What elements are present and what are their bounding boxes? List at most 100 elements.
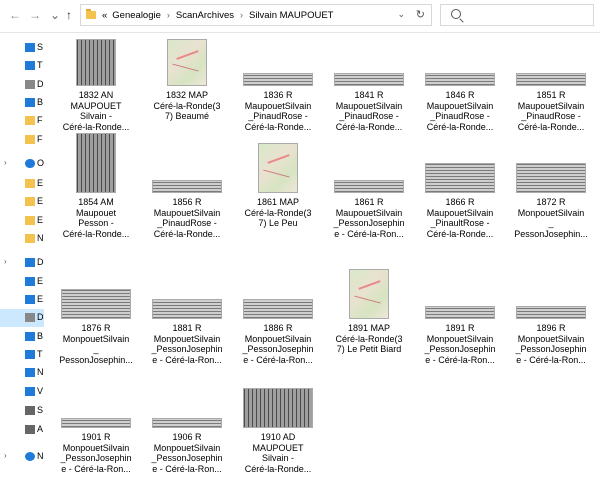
folder-icon — [25, 116, 35, 125]
file-name: 1866 R MaupouetSilvain _PinaultRose - Céré-… — [420, 197, 500, 239]
nav-item[interactable]: E — [0, 273, 44, 291]
expand-chevron-icon[interactable]: › — [4, 451, 7, 460]
nav-item[interactable]: D — [0, 309, 44, 327]
file-name-line: _PinaudRose - — [521, 111, 581, 122]
nav-item[interactable]: B — [0, 328, 44, 346]
file-name-line: MonpouetSilvain — [62, 333, 130, 344]
path-segment-scanarchives[interactable]: ScanArchives — [176, 10, 234, 21]
file-item[interactable]: 1872 R MonpouetSilvain _ PessonJosephin... — [511, 145, 591, 245]
nav-item[interactable]: A — [0, 421, 44, 439]
nav-item[interactable]: F — [0, 131, 44, 149]
file-name-line: MonpouetSilvain — [244, 333, 312, 344]
file-name-line: 1832 MAP — [165, 90, 209, 100]
expand-chevron-icon[interactable]: › — [4, 257, 7, 266]
file-name-line: MAUPOUET — [70, 100, 122, 111]
file-item[interactable]: 1876 R MonpouetSilvain _ PessonJosephin... — [56, 271, 136, 371]
nav-item[interactable]: B — [0, 94, 44, 112]
file-name-line: 1861 MAP — [256, 197, 300, 207]
file-item[interactable]: 1846 R MaupouetSilvain _PinaudRose - Céré-l… — [420, 38, 500, 138]
nav-item[interactable]: › Or — [0, 155, 44, 173]
file-name-line: 7) Le Petit Biard — [336, 344, 402, 355]
path-separator-icon[interactable]: › — [240, 10, 243, 20]
file-name-line: 1896 R — [536, 323, 566, 333]
file-name-line: _PinaultRose - — [430, 218, 490, 229]
forward-arrow-icon[interactable]: → — [28, 8, 42, 22]
path-segment-genealogie[interactable]: Genealogie — [112, 10, 161, 21]
up-arrow-icon[interactable]: ↑ — [62, 8, 76, 22]
file-item[interactable]: 1832 MAP Céré-la-Ronde(3 7) Beaumé — [147, 38, 227, 138]
file-item[interactable]: 1861 MAP Céré-la-Ronde(3 7) Le Peu — [238, 143, 318, 245]
expand-chevron-icon[interactable]: › — [4, 158, 7, 167]
file-item[interactable]: 1881 R MonpouetSilvain _PessonJosephin e - … — [147, 271, 227, 371]
folder-icon — [25, 234, 35, 243]
file-item[interactable]: 1891 MAP Céré-la-Ronde(3 7) Le Petit Biard — [329, 269, 409, 371]
file-item[interactable]: 1910 AD MAUPOUET Silvain - Céré-la-Ronde... — [238, 380, 318, 480]
file-item[interactable]: 1866 R MaupouetSilvain _PinaultRose - Céré-… — [420, 145, 500, 245]
path-overflow[interactable]: « — [102, 10, 107, 21]
nav-item[interactable]: F — [0, 112, 44, 130]
file-name: 1891 MAP Céré-la-Ronde(3 7) Le Petit Biard — [329, 323, 409, 355]
nav-item-label: De — [37, 257, 44, 267]
file-name-line: _PessonJosephin — [60, 453, 132, 464]
file-name: 1876 R MonpouetSilvain _ PessonJosephin... — [56, 323, 136, 365]
file-item[interactable]: 1906 R MonpouetSilvain _PessonJosephin e - … — [147, 380, 227, 480]
nav-item[interactable]: N — [0, 230, 44, 248]
file-item[interactable]: 1886 R MonpouetSilvain _PessonJosephin e - … — [238, 271, 318, 371]
path-segment-silvain-maupouet[interactable]: Silvain MAUPOUET — [249, 10, 333, 21]
file-item[interactable]: 1861 R MaupouetSilvain _PessonJosephin e - … — [329, 145, 409, 245]
file-thumbnail — [425, 163, 495, 193]
file-thumbnail — [152, 180, 222, 193]
address-bar[interactable]: « Genealogie › ScanArchives › Silvain MA… — [80, 4, 432, 26]
file-item[interactable]: 1832 AN MAUPOUET Silvain - Céré-la-Ronde... — [56, 38, 136, 138]
nav-item[interactable]: ›★Sr — [0, 33, 44, 38]
file-item[interactable]: 1901 R MonpouetSilvain _PessonJosephin e - … — [56, 380, 136, 480]
file-item[interactable]: 1896 R MonpouetSilvain _PessonJosephin e - … — [511, 271, 591, 371]
nav-item[interactable]: N — [0, 364, 44, 382]
file-name-line: Céré-la-Ronde(3 — [335, 333, 403, 344]
file-item[interactable]: 1841 R MaupouetSilvain _PinaudRose - Céré-l… — [329, 38, 409, 138]
nav-item[interactable]: D — [0, 76, 44, 94]
address-dropdown-chevron-icon[interactable]: ⌄ — [397, 9, 405, 20]
path-separator-icon[interactable]: › — [167, 10, 170, 20]
file-name-line: MonpouetSilvain — [153, 442, 221, 453]
file-name-line: MaupouetSilvain — [517, 100, 585, 111]
file-name-line: 1872 R — [536, 197, 566, 207]
file-item[interactable]: 1851 R MaupouetSilvain _PinaudRose - Céré-l… — [511, 38, 591, 138]
nav-item[interactable]: S — [0, 39, 44, 57]
file-name: 1836 R MaupouetSilvain _PinaudRose - Céré-l… — [238, 90, 318, 132]
nav-item-label: S — [37, 405, 44, 415]
search-input[interactable] — [440, 4, 594, 26]
file-item[interactable]: 1836 R MaupouetSilvain _PinaudRose - Céré-l… — [238, 38, 318, 138]
nav-item[interactable]: E — [0, 212, 44, 230]
file-thumbnail — [425, 306, 495, 319]
nav-item[interactable]: E — [0, 193, 44, 211]
nav-item[interactable]: S — [0, 402, 44, 420]
music-icon — [25, 368, 35, 377]
download-icon — [25, 61, 35, 70]
file-name: 1896 R MonpouetSilvain _PessonJosephin e - … — [511, 323, 591, 365]
file-name-line: PessonJosephin... — [514, 228, 588, 239]
nav-item[interactable]: E — [0, 175, 44, 193]
nav-item[interactable]: V — [0, 383, 44, 401]
video-icon — [25, 387, 35, 396]
document-icon — [25, 313, 35, 322]
nav-item[interactable]: › De — [0, 254, 44, 272]
file-name: 1851 R MaupouetSilvain _PinaudRose - Céré-l… — [511, 90, 591, 132]
nav-item[interactable]: › Na — [0, 448, 44, 466]
refresh-icon[interactable]: ↻ — [416, 8, 425, 21]
recent-locations-chevron-icon[interactable]: ⌄ — [48, 8, 62, 22]
file-item[interactable]: 1891 R MonpouetSilvain _PessonJosephin e - … — [420, 271, 500, 371]
file-item[interactable]: 1854 AM Maupouet Pesson - Céré-la-Ronde... — [56, 133, 136, 245]
file-name: 1881 R MonpouetSilvain _PessonJosephin e - … — [147, 323, 227, 365]
nav-item-label: E — [37, 178, 44, 188]
nav-item[interactable]: E — [0, 291, 44, 309]
folder-icon — [25, 135, 35, 144]
file-name-line: Céré-la-Ronde... — [335, 121, 403, 132]
file-item[interactable]: 1856 R MaupouetSilvain _PinaudRose - Céré-l… — [147, 145, 227, 245]
nav-item[interactable]: T — [0, 57, 44, 75]
nav-item[interactable]: T — [0, 346, 44, 364]
back-arrow-icon[interactable]: ← — [8, 8, 22, 22]
file-name-line: MaupouetSilvain — [335, 207, 403, 218]
file-name-line: 7) Beaumé — [164, 111, 210, 122]
nav-item-label: D — [37, 79, 44, 89]
